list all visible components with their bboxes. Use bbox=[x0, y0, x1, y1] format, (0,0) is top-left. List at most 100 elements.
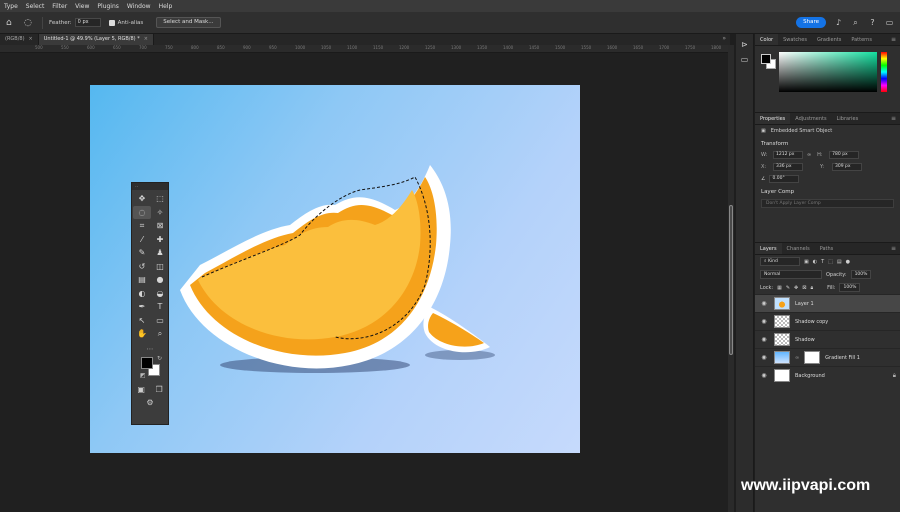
filter-pixel-icon[interactable]: ▣ bbox=[804, 259, 809, 265]
gradient-tool-icon[interactable]: ▤ bbox=[133, 273, 151, 287]
visibility-eye-icon[interactable]: ◉ bbox=[759, 372, 769, 379]
foreground-color-chip[interactable] bbox=[761, 54, 771, 64]
menu-type[interactable]: Type bbox=[0, 3, 22, 10]
magic-wand-icon[interactable]: ✧ bbox=[151, 206, 169, 220]
tab-swatches[interactable]: Swatches bbox=[778, 34, 812, 45]
panel-menu-icon[interactable]: ≡ bbox=[891, 34, 900, 45]
menu-select[interactable]: Select bbox=[22, 3, 49, 10]
x-field[interactable]: 336 px bbox=[773, 163, 803, 171]
frame-tool-icon[interactable]: ⊠ bbox=[151, 219, 169, 233]
lock-pixels-icon[interactable]: ▦ bbox=[777, 285, 782, 291]
help-icon[interactable]: ? bbox=[868, 18, 877, 27]
layer-row[interactable]: ◉ Shadow bbox=[755, 330, 900, 348]
lock-all-icon[interactable]: 🔒︎ bbox=[810, 285, 813, 291]
visibility-eye-icon[interactable]: ◉ bbox=[759, 354, 769, 361]
panel-menu-icon[interactable]: ≡ bbox=[891, 113, 900, 124]
tab-properties[interactable]: Properties bbox=[755, 113, 791, 124]
lock-position-icon[interactable]: ✥ bbox=[794, 285, 798, 291]
lock-paint-icon[interactable]: ✎ bbox=[786, 285, 790, 291]
blur-tool-icon[interactable]: ● bbox=[151, 273, 169, 287]
swap-colors-icon[interactable]: ↻ bbox=[157, 355, 162, 362]
stamp-tool-icon[interactable]: ♟ bbox=[151, 246, 169, 260]
brush-tool-icon[interactable]: ✎ bbox=[133, 246, 151, 260]
visibility-eye-icon[interactable]: ◉ bbox=[759, 336, 769, 343]
filter-shape-icon[interactable]: ⬚ bbox=[828, 259, 833, 265]
healing-brush-icon[interactable]: ✚ bbox=[151, 233, 169, 247]
filter-type-icon[interactable]: T bbox=[821, 259, 824, 265]
layer-name[interactable]: Shadow copy bbox=[795, 319, 828, 325]
lock-artboard-icon[interactable]: ⊠ bbox=[802, 285, 806, 291]
close-icon[interactable]: × bbox=[29, 36, 33, 42]
comments-panel-icon[interactable]: ▭ bbox=[736, 55, 753, 64]
tab-current-document[interactable]: Untitled-1 @ 49.9% (Layer 5, RGB/8) * × bbox=[38, 34, 154, 45]
layer-mask-thumbnail[interactable] bbox=[804, 351, 821, 364]
quick-mask-icon[interactable]: ▣ bbox=[137, 385, 145, 394]
hand-tool-icon[interactable]: ✋ bbox=[133, 327, 151, 341]
close-icon[interactable]: × bbox=[144, 36, 148, 42]
search-icon[interactable]: ⌕ bbox=[851, 18, 860, 28]
hue-slider[interactable] bbox=[881, 52, 887, 92]
dodge-tool-icon[interactable]: ◐ bbox=[133, 287, 151, 301]
menu-view[interactable]: View bbox=[71, 3, 93, 10]
fill-field[interactable]: 100% bbox=[839, 283, 861, 292]
tab-paths[interactable]: Paths bbox=[815, 243, 839, 254]
path-select-icon[interactable]: ↖ bbox=[133, 314, 151, 328]
filter-smart-icon[interactable]: ▤ bbox=[837, 259, 842, 265]
feather-input[interactable]: 0 px bbox=[74, 18, 101, 27]
y-field[interactable]: 309 px bbox=[832, 163, 862, 171]
layer-name[interactable]: Shadow bbox=[795, 337, 815, 343]
menu-filter[interactable]: Filter bbox=[48, 3, 71, 10]
opacity-field[interactable]: 100% bbox=[850, 270, 872, 279]
layer-row[interactable]: ◉ Shadow copy bbox=[755, 312, 900, 330]
layer-kind-select[interactable]: ⌕ Kind bbox=[760, 257, 800, 266]
tab-previous-document[interactable]: (RGB/8) × bbox=[0, 34, 39, 45]
canvas-area[interactable]: ‥ ✥ ⬚ ◌ ✧ ⌗ ⊠ ⁄ ✚ ✎ ♟ ↺ ◫ ▤ ● ◐ ◒ ✒ T ↖ … bbox=[0, 53, 728, 512]
visibility-eye-icon[interactable]: ◉ bbox=[759, 318, 769, 325]
tab-libraries[interactable]: Libraries bbox=[832, 113, 864, 124]
lock-icon[interactable]: 🔒︎ bbox=[893, 372, 896, 380]
bell-icon[interactable]: ♪ bbox=[834, 18, 843, 27]
vertical-scrollbar[interactable] bbox=[728, 45, 734, 512]
layer-row[interactable]: ◉ Layer 1 bbox=[755, 294, 900, 312]
chain-link-icon[interactable]: ∞ bbox=[795, 355, 799, 361]
filter-adjustment-icon[interactable]: ◐ bbox=[813, 259, 817, 265]
horizontal-ruler[interactable]: 500 550 600 650 700 750 800 850 900 950 1000 1050 11… bbox=[0, 45, 730, 53]
filter-toggle-icon[interactable]: ● bbox=[846, 259, 850, 265]
angle-field[interactable]: 0.00° bbox=[769, 175, 800, 183]
foreground-color-swatch[interactable] bbox=[141, 356, 153, 369]
edit-toolbar-icon[interactable]: ⚙ bbox=[146, 398, 153, 407]
share-button[interactable]: Share bbox=[796, 17, 826, 28]
visibility-eye-icon[interactable]: ◉ bbox=[759, 300, 769, 307]
home-icon[interactable]: ⌂ bbox=[6, 17, 18, 29]
menu-plugins[interactable]: Plugins bbox=[93, 3, 123, 10]
screen-mode-icon[interactable]: ❐ bbox=[156, 385, 163, 394]
layer-row[interactable]: ◉ Background 🔒︎ bbox=[755, 366, 900, 384]
move-tool-icon[interactable]: ✥ bbox=[133, 192, 151, 206]
collapse-panels-icon[interactable]: » bbox=[722, 35, 726, 42]
menu-window[interactable]: Window bbox=[123, 3, 155, 10]
lasso-tool-icon[interactable]: ◌ bbox=[133, 205, 151, 219]
lasso-tool-icon[interactable]: ◌ bbox=[24, 17, 36, 29]
color-picker-field[interactable] bbox=[779, 52, 877, 92]
width-field[interactable]: 1212 px bbox=[773, 151, 803, 159]
properties-panel-icon[interactable]: ⊳ bbox=[736, 40, 753, 49]
select-and-mask-button[interactable]: Select and Mask... bbox=[156, 17, 221, 28]
menu-help[interactable]: Help bbox=[155, 3, 177, 10]
eraser-tool-icon[interactable]: ◫ bbox=[151, 260, 169, 274]
layer-name[interactable]: Background bbox=[795, 373, 825, 379]
panel-menu-icon[interactable]: ≡ bbox=[891, 243, 900, 254]
height-field[interactable]: 780 px bbox=[829, 151, 860, 159]
tools-panel-grip[interactable]: ‥ bbox=[132, 183, 168, 190]
layer-comp-select[interactable]: Don't Apply Layer Comp bbox=[761, 199, 894, 208]
pen-tool-icon[interactable]: ✒ bbox=[133, 300, 151, 314]
layer-name[interactable]: Layer 1 bbox=[795, 301, 814, 307]
marquee-tool-icon[interactable]: ⬚ bbox=[151, 192, 169, 206]
tab-adjustments[interactable]: Adjustments bbox=[790, 113, 831, 124]
burn-tool-icon[interactable]: ◒ bbox=[151, 287, 169, 301]
layer-row[interactable]: ◉ ∞ Gradient Fill 1 bbox=[755, 348, 900, 366]
tab-gradients[interactable]: Gradients bbox=[812, 34, 846, 45]
type-tool-icon[interactable]: T bbox=[151, 300, 169, 314]
crop-tool-icon[interactable]: ⌗ bbox=[133, 219, 151, 233]
default-colors-icon[interactable]: ◩ bbox=[140, 372, 146, 379]
tab-layers[interactable]: Layers bbox=[755, 243, 782, 254]
